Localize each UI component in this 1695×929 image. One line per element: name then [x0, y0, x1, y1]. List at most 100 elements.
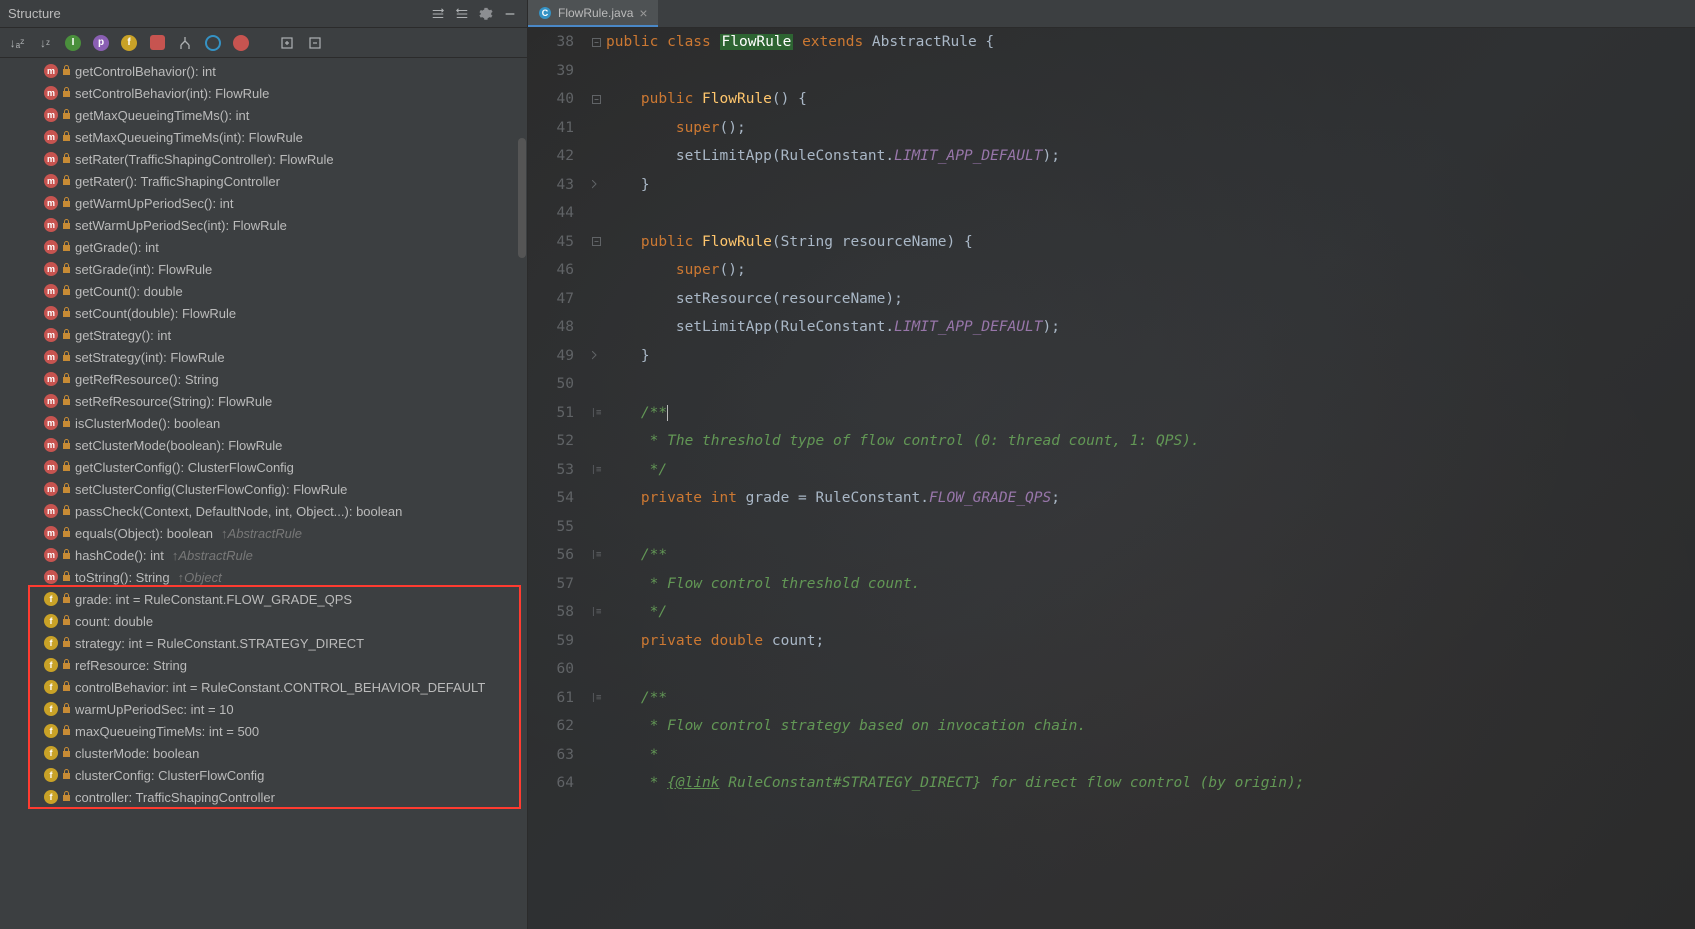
method-icon: m	[44, 64, 58, 78]
tree-item[interactable]: fcontrolBehavior: int = RuleConstant.CON…	[0, 676, 527, 698]
member-tree[interactable]: mgetControlBehavior(): intmsetControlBeh…	[0, 58, 527, 929]
editor-body[interactable]: 3839404142434445464748495051525354555657…	[528, 28, 1695, 929]
fold-column[interactable]: |≡ |≡ |≡ |≡ |≡	[586, 28, 606, 929]
code-line[interactable]: setResource(resourceName);	[606, 285, 1695, 314]
fold-marker[interactable]	[586, 85, 606, 114]
code-line[interactable]: setLimitApp(RuleConstant.LIMIT_APP_DEFAU…	[606, 142, 1695, 171]
tree-item[interactable]: mgetGrade(): int	[0, 236, 527, 258]
code-line[interactable]: * The threshold type of flow control (0:…	[606, 427, 1695, 456]
fold-marker[interactable]: |≡	[586, 456, 606, 485]
tree-item[interactable]: msetClusterConfig(ClusterFlowConfig): Fl…	[0, 478, 527, 500]
show-local-icon[interactable]	[148, 34, 166, 52]
tree-item[interactable]: msetWarmUpPeriodSec(int): FlowRule	[0, 214, 527, 236]
show-anonymous-icon[interactable]	[232, 34, 250, 52]
tree-item[interactable]: msetStrategy(int): FlowRule	[0, 346, 527, 368]
tree-item[interactable]: fclusterConfig: ClusterFlowConfig	[0, 764, 527, 786]
tree-item[interactable]: mgetCount(): double	[0, 280, 527, 302]
fold-marker[interactable]	[586, 228, 606, 257]
field-icon: f	[44, 790, 58, 804]
tree-item[interactable]: mpassCheck(Context, DefaultNode, int, Ob…	[0, 500, 527, 522]
show-nonpublic-icon[interactable]	[204, 34, 222, 52]
code-line[interactable]: */	[606, 598, 1695, 627]
fold-marker[interactable]: |≡	[586, 684, 606, 713]
lock-icon	[62, 659, 71, 672]
show-properties-icon[interactable]: p	[92, 34, 110, 52]
fold-marker[interactable]	[586, 342, 606, 371]
close-icon[interactable]: ×	[639, 5, 647, 21]
tab-flowrule[interactable]: C FlowRule.java ×	[528, 0, 658, 27]
scroll-to-icon[interactable]	[453, 5, 471, 23]
code-line[interactable]: private int grade = RuleConstant.FLOW_GR…	[606, 484, 1695, 513]
tree-item[interactable]: mtoString(): String↑Object	[0, 566, 527, 588]
fold-marker[interactable]: |≡	[586, 598, 606, 627]
code-line[interactable]: setLimitApp(RuleConstant.LIMIT_APP_DEFAU…	[606, 313, 1695, 342]
code-line[interactable]	[606, 199, 1695, 228]
tree-item[interactable]: misClusterMode(): boolean	[0, 412, 527, 434]
lock-icon	[62, 417, 71, 430]
line-number: 52	[528, 427, 574, 456]
code-area[interactable]: public class FlowRule extends AbstractRu…	[606, 28, 1695, 929]
tree-item[interactable]: mgetMaxQueueingTimeMs(): int	[0, 104, 527, 126]
fold-marker[interactable]: |≡	[586, 399, 606, 428]
show-interfaces-icon[interactable]: I	[64, 34, 82, 52]
tree-item[interactable]: msetCount(double): FlowRule	[0, 302, 527, 324]
scrollbar[interactable]	[517, 58, 527, 929]
tree-item[interactable]: msetMaxQueueingTimeMs(int): FlowRule	[0, 126, 527, 148]
code-line[interactable]	[606, 655, 1695, 684]
lock-icon	[62, 87, 71, 100]
tree-item[interactable]: fcount: double	[0, 610, 527, 632]
code-line[interactable]: public FlowRule(String resourceName) {	[606, 228, 1695, 257]
tree-item[interactable]: msetRater(TrafficShapingController): Flo…	[0, 148, 527, 170]
fold-marker[interactable]	[586, 28, 606, 57]
code-line[interactable]: /**	[606, 684, 1695, 713]
code-line[interactable]: public FlowRule() {	[606, 85, 1695, 114]
scroll-from-icon[interactable]	[429, 5, 447, 23]
tree-item[interactable]: mequals(Object): boolean↑AbstractRule	[0, 522, 527, 544]
sort-alpha-down-icon[interactable]: ↓ₐᶻ	[8, 34, 26, 52]
tree-item[interactable]: frefResource: String	[0, 654, 527, 676]
code-line[interactable]	[606, 57, 1695, 86]
tree-item[interactable]: mgetClusterConfig(): ClusterFlowConfig	[0, 456, 527, 478]
tree-item[interactable]: mgetWarmUpPeriodSec(): int	[0, 192, 527, 214]
code-line[interactable]: }	[606, 342, 1695, 371]
fold-marker[interactable]	[586, 171, 606, 200]
code-line[interactable]: */	[606, 456, 1695, 485]
tree-item[interactable]: fwarmUpPeriodSec: int = 10	[0, 698, 527, 720]
fold-marker[interactable]: |≡	[586, 541, 606, 570]
tree-item[interactable]: msetControlBehavior(int): FlowRule	[0, 82, 527, 104]
code-line[interactable]: super();	[606, 256, 1695, 285]
scrollbar-thumb[interactable]	[518, 138, 526, 258]
tree-item[interactable]: fmaxQueueingTimeMs: int = 500	[0, 720, 527, 742]
tree-item[interactable]: fgrade: int = RuleConstant.FLOW_GRADE_QP…	[0, 588, 527, 610]
tree-item[interactable]: mgetRater(): TrafficShapingController	[0, 170, 527, 192]
tree-item[interactable]: fcontroller: TrafficShapingController	[0, 786, 527, 808]
code-line[interactable]	[606, 513, 1695, 542]
code-line[interactable]: private double count;	[606, 627, 1695, 656]
tree-item[interactable]: mhashCode(): int↑AbstractRule	[0, 544, 527, 566]
code-line[interactable]: * Flow control threshold count.	[606, 570, 1695, 599]
code-line[interactable]: }	[606, 171, 1695, 200]
branch-icon[interactable]	[176, 34, 194, 52]
code-line[interactable]: super();	[606, 114, 1695, 143]
code-line[interactable]: * Flow control strategy based on invocat…	[606, 712, 1695, 741]
tree-item[interactable]: msetClusterMode(boolean): FlowRule	[0, 434, 527, 456]
tree-item[interactable]: msetGrade(int): FlowRule	[0, 258, 527, 280]
code-line[interactable]: public class FlowRule extends AbstractRu…	[606, 28, 1695, 57]
tree-item[interactable]: fclusterMode: boolean	[0, 742, 527, 764]
code-line[interactable]: * {@link RuleConstant#STRATEGY_DIRECT} f…	[606, 769, 1695, 798]
tree-item[interactable]: msetRefResource(String): FlowRule	[0, 390, 527, 412]
sort-visibility-icon[interactable]: ↓z	[36, 34, 54, 52]
settings-icon[interactable]	[477, 5, 495, 23]
minimize-icon[interactable]	[501, 5, 519, 23]
code-line[interactable]: /**	[606, 541, 1695, 570]
code-line[interactable]: *	[606, 741, 1695, 770]
expand-all-icon[interactable]	[278, 34, 296, 52]
tree-item[interactable]: fstrategy: int = RuleConstant.STRATEGY_D…	[0, 632, 527, 654]
code-line[interactable]	[606, 370, 1695, 399]
tree-item[interactable]: mgetStrategy(): int	[0, 324, 527, 346]
tree-item[interactable]: mgetRefResource(): String	[0, 368, 527, 390]
show-fields-icon[interactable]: f	[120, 34, 138, 52]
tree-item[interactable]: mgetControlBehavior(): int	[0, 60, 527, 82]
collapse-all-icon[interactable]	[306, 34, 324, 52]
code-line[interactable]: /**	[606, 399, 1695, 428]
